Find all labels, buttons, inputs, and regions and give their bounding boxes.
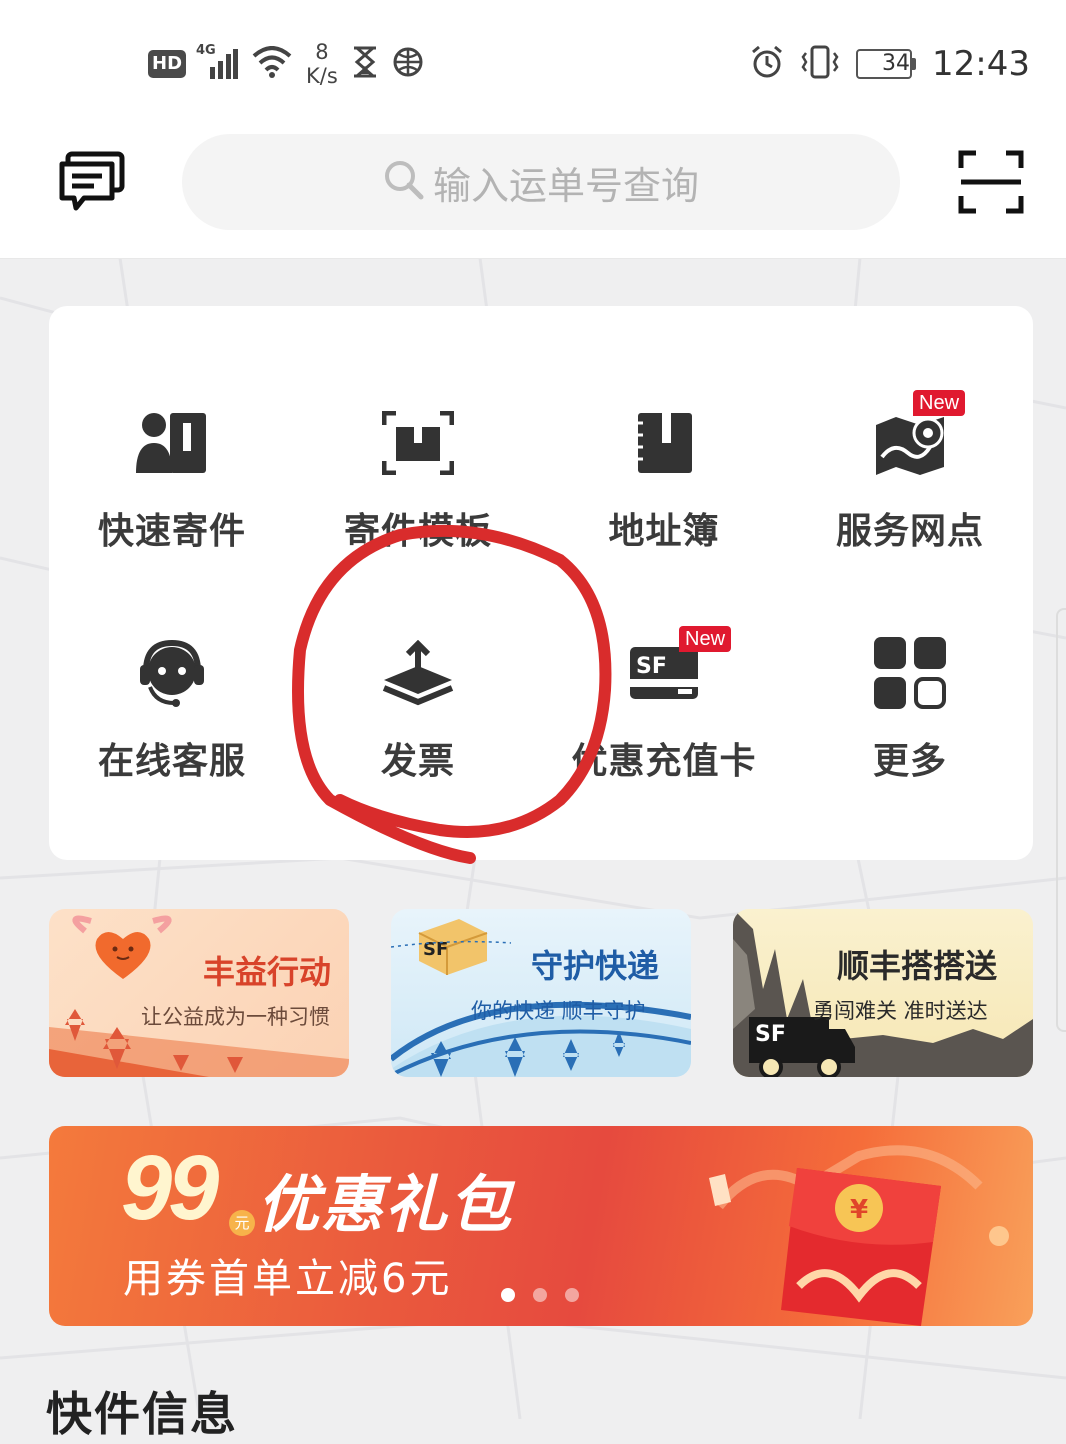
search-icon bbox=[383, 159, 425, 205]
service-quick-ship[interactable]: 快速寄件 bbox=[49, 398, 295, 554]
red-envelope-icon: ¥ bbox=[709, 1145, 1009, 1326]
service-label: 发票 bbox=[380, 741, 455, 782]
address-book-icon bbox=[619, 398, 709, 488]
hd-indicator: HD bbox=[148, 50, 187, 78]
clock: 12:43 bbox=[932, 44, 1030, 84]
promo-title: 丰益行动 bbox=[203, 953, 332, 991]
search-placeholder: 输入运单号查询 bbox=[432, 163, 699, 208]
more-icon bbox=[865, 628, 955, 718]
promo-charity[interactable]: 丰益行动 让公益成为一种习惯 bbox=[49, 909, 349, 1077]
service-template[interactable]: 寄件模板 bbox=[295, 398, 541, 554]
promo-title: 守护快递 bbox=[531, 947, 660, 985]
protect-illustration: SF bbox=[391, 919, 691, 1077]
battery-indicator: 34 bbox=[856, 49, 917, 79]
alarm-icon bbox=[750, 45, 784, 83]
banner-title: 优惠礼包 bbox=[257, 1168, 514, 1241]
invoice-icon bbox=[373, 628, 463, 718]
charity-illustration bbox=[49, 915, 349, 1077]
customer-service-icon bbox=[127, 628, 217, 718]
service-invoice[interactable]: 发票 bbox=[295, 628, 541, 784]
network-speed-unit: K/s bbox=[306, 64, 338, 88]
currency-symbol: ¥ bbox=[850, 1195, 868, 1225]
coupon-banner[interactable]: 99 元 优惠礼包 用券首单立减6元 ¥ bbox=[49, 1126, 1033, 1326]
service-grid: 快速寄件 寄件模板 地址簿 New 服务网点 在线客服 发票 SF New 优惠… bbox=[49, 306, 1033, 860]
banner-yuan-badge: 元 bbox=[229, 1210, 255, 1236]
network-type-label: 4G bbox=[196, 43, 216, 58]
new-badge: New bbox=[679, 626, 732, 652]
service-address-book[interactable]: 地址簿 bbox=[541, 398, 787, 554]
carousel-indicator bbox=[501, 1288, 579, 1302]
promo-subtitle: 勇闯难关 准时送达 bbox=[813, 999, 988, 1023]
service-label: 更多 bbox=[872, 741, 947, 782]
service-more[interactable]: 更多 bbox=[787, 628, 1033, 784]
service-map-icon: New bbox=[865, 390, 966, 488]
service-label: 在线客服 bbox=[97, 741, 246, 782]
app-header: 输入运单号查询 bbox=[0, 120, 1066, 259]
cellular-signal-icon: 4G bbox=[196, 43, 239, 79]
promo-protect[interactable]: SF 守护快递 你的快递 顺丰守护 bbox=[391, 909, 691, 1077]
scan-icon[interactable] bbox=[958, 150, 1024, 218]
service-prepaid-card[interactable]: SF New 优惠充值卡 bbox=[541, 626, 787, 784]
service-label: 地址簿 bbox=[608, 511, 720, 552]
carousel-dot[interactable] bbox=[533, 1288, 547, 1302]
service-outlets[interactable]: New 服务网点 bbox=[787, 390, 1033, 554]
service-online-support[interactable]: 在线客服 bbox=[49, 628, 295, 784]
prepaid-card-icon: SF New bbox=[619, 626, 732, 718]
hourglass-icon bbox=[352, 46, 378, 82]
network-speed-value: 8 bbox=[315, 40, 329, 64]
vibrate-icon bbox=[800, 45, 840, 83]
section-title: 快件信息 bbox=[46, 1387, 238, 1441]
delivery-illustration: SF bbox=[733, 909, 1033, 1077]
promo-title: 顺丰搭搭送 bbox=[837, 947, 998, 985]
network-speed: 8 K/s bbox=[306, 40, 338, 88]
banner-number: 99 bbox=[121, 1137, 219, 1239]
wifi-icon bbox=[252, 46, 292, 82]
waybill-search-input[interactable]: 输入运单号查询 bbox=[182, 134, 900, 230]
globe-icon bbox=[392, 46, 426, 82]
service-label: 快速寄件 bbox=[97, 511, 246, 552]
banner-subtitle: 用券首单立减6元 bbox=[123, 1256, 453, 1302]
promo-subtitle: 让公益成为一种习惯 bbox=[141, 1005, 330, 1029]
message-center-icon[interactable] bbox=[56, 150, 126, 216]
new-badge: New bbox=[913, 390, 966, 416]
status-bar: HD 4G 8 K/s 34 12:43 bbox=[0, 0, 1066, 120]
sf-logo: SF bbox=[636, 654, 667, 679]
quick-ship-icon bbox=[127, 398, 217, 488]
carousel-dot[interactable] bbox=[501, 1288, 515, 1302]
edge-handle[interactable] bbox=[1056, 608, 1066, 1032]
carousel-dot[interactable] bbox=[565, 1288, 579, 1302]
service-label: 寄件模板 bbox=[343, 511, 492, 552]
promo-dada-delivery[interactable]: SF 顺丰搭搭送 勇闯难关 准时送达 bbox=[733, 909, 1033, 1077]
sf-logo: SF bbox=[755, 1022, 786, 1047]
promo-subtitle: 你的快递 顺丰守护 bbox=[471, 999, 646, 1023]
service-label: 优惠充值卡 bbox=[571, 741, 757, 782]
service-label: 服务网点 bbox=[835, 511, 984, 552]
template-icon bbox=[373, 398, 463, 488]
battery-level: 34 bbox=[882, 51, 911, 76]
